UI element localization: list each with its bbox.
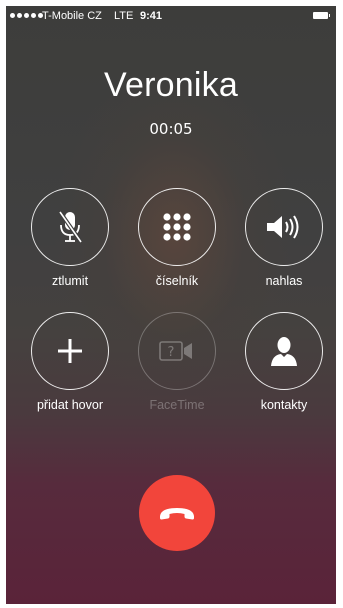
facetime-label: FaceTime xyxy=(149,398,205,412)
speaker-button-circle[interactable] xyxy=(245,188,323,266)
speaker-icon xyxy=(267,215,299,239)
carrier-name: T-Mobile CZ xyxy=(42,10,102,22)
caller-name: Veronika xyxy=(104,66,238,104)
add-call-button[interactable]: přidat hovor xyxy=(20,312,120,412)
end-call-icon xyxy=(160,508,194,520)
keypad-button[interactable]: číselník xyxy=(127,188,227,288)
mute-button[interactable]: ztlumit xyxy=(20,188,120,288)
contacts-button[interactable]: kontakty xyxy=(234,312,334,412)
status-bar: T-Mobile CZ LTE 9:41 xyxy=(6,6,336,26)
mute-label: ztlumit xyxy=(51,274,89,288)
call-duration: 00:05 xyxy=(149,120,193,138)
battery-icon xyxy=(313,12,330,19)
speaker-label: nahlas xyxy=(265,274,303,288)
end-call-button[interactable] xyxy=(139,475,215,551)
microphone-muted-icon xyxy=(58,210,83,244)
plus-icon xyxy=(58,339,82,363)
facetime-icon: ? xyxy=(159,341,192,361)
keypad-button-circle[interactable] xyxy=(138,188,216,266)
contact-icon xyxy=(271,337,297,366)
mute-button-circle[interactable] xyxy=(31,188,109,266)
facetime-button-circle[interactable]: ? xyxy=(138,312,216,390)
facetime-button[interactable]: ? FaceTime xyxy=(127,312,227,412)
status-time: 9:41 xyxy=(140,10,163,22)
add-call-button-circle[interactable] xyxy=(31,312,109,390)
signal-dots-icon xyxy=(10,13,43,18)
contacts-button-circle[interactable] xyxy=(245,312,323,390)
speaker-button[interactable]: nahlas xyxy=(234,188,334,288)
call-screen: T-Mobile CZ LTE 9:41 Veronika 00:05 ztlu… xyxy=(6,6,336,604)
network-type: LTE xyxy=(114,10,134,22)
add-call-label: přidat hovor xyxy=(36,398,103,412)
svg-text:?: ? xyxy=(168,345,175,360)
keypad-label: číselník xyxy=(155,274,199,288)
contacts-label: kontakty xyxy=(260,398,308,412)
keypad-icon xyxy=(163,213,191,241)
